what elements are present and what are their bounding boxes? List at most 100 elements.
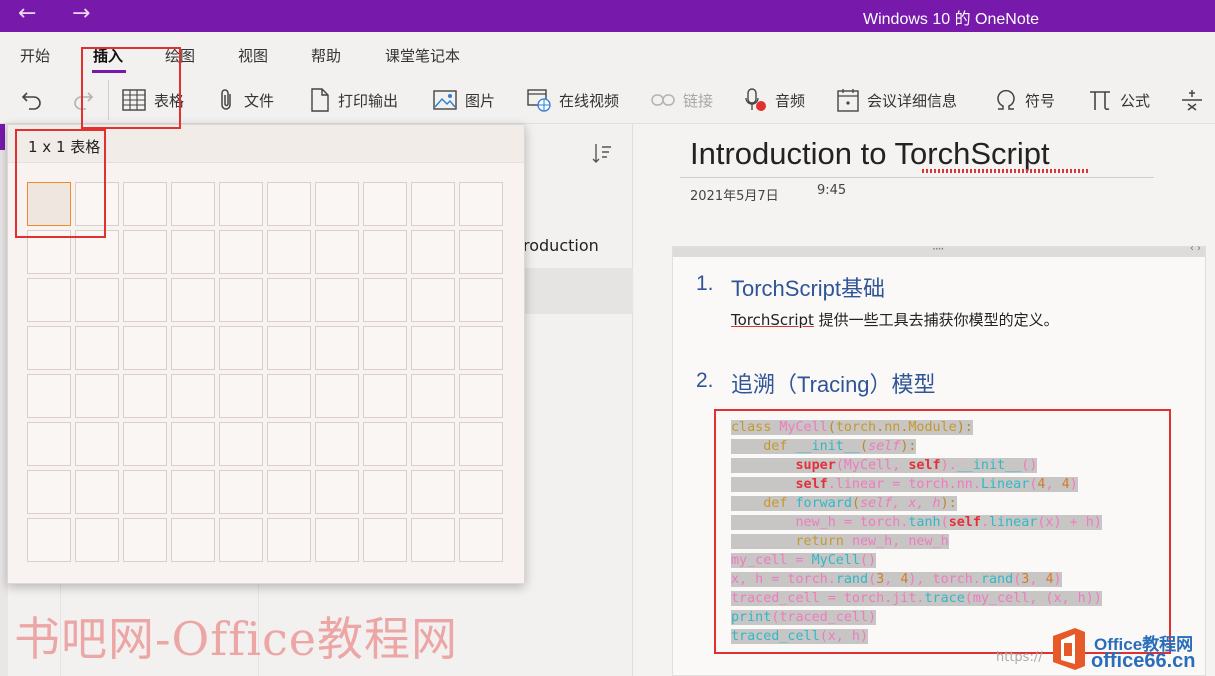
table-grid-cell[interactable] [171, 182, 215, 226]
table-grid-cell[interactable] [75, 230, 119, 274]
table-grid-cell[interactable] [219, 326, 263, 370]
table-grid-cell[interactable] [267, 422, 311, 466]
tab-insert[interactable]: 插入 [93, 45, 123, 66]
table-grid-cell[interactable] [459, 470, 503, 514]
table-grid-cell[interactable] [315, 518, 359, 562]
table-grid-cell[interactable] [459, 518, 503, 562]
table-grid-cell[interactable] [411, 278, 455, 322]
table-grid-cell[interactable] [219, 470, 263, 514]
resize-arrows-icon[interactable]: ‹ › [1190, 243, 1201, 254]
table-grid-cell[interactable] [459, 374, 503, 418]
insert-link-button[interactable]: 链接 [651, 88, 713, 112]
table-grid-cell[interactable] [123, 230, 167, 274]
table-grid-cell[interactable] [171, 518, 215, 562]
table-grid-cell[interactable] [171, 230, 215, 274]
table-grid-cell[interactable] [315, 422, 359, 466]
table-grid-cell[interactable] [363, 182, 407, 226]
table-grid-cell[interactable] [411, 182, 455, 226]
table-grid-cell[interactable] [411, 230, 455, 274]
insert-picture-button[interactable]: 图片 [433, 88, 495, 112]
table-grid-cell[interactable] [123, 326, 167, 370]
table-grid-cell[interactable] [219, 422, 263, 466]
table-grid-cell[interactable] [27, 422, 71, 466]
tab-help[interactable]: 帮助 [311, 45, 341, 66]
table-grid-cell[interactable] [411, 326, 455, 370]
redo-button[interactable] [71, 88, 103, 112]
tab-home[interactable]: 开始 [20, 45, 50, 66]
table-grid-cell[interactable] [315, 230, 359, 274]
meeting-details-button[interactable]: 会议详细信息 [837, 88, 957, 112]
table-grid-cell[interactable] [459, 230, 503, 274]
table-grid-cell[interactable] [27, 518, 71, 562]
page-item-introduction[interactable]: roduction [523, 236, 599, 255]
table-grid-cell[interactable] [171, 422, 215, 466]
tab-draw[interactable]: 绘图 [165, 45, 195, 66]
tab-view[interactable]: 视图 [238, 45, 268, 66]
table-grid-cell[interactable] [411, 374, 455, 418]
table-grid-cell[interactable] [267, 278, 311, 322]
table-grid-cell[interactable] [171, 374, 215, 418]
back-arrow-icon[interactable]: ← [18, 2, 36, 26]
table-grid-cell[interactable] [75, 182, 119, 226]
table-grid-cell[interactable] [75, 374, 119, 418]
table-grid-cell[interactable] [219, 518, 263, 562]
container-drag-handle[interactable]: ···· ‹ › [673, 242, 1205, 257]
table-grid-cell[interactable] [267, 470, 311, 514]
table-grid-cell[interactable] [123, 470, 167, 514]
table-grid-cell[interactable] [27, 470, 71, 514]
table-grid-cell[interactable] [267, 326, 311, 370]
insert-table-button[interactable]: 表格 [122, 88, 184, 112]
table-grid-cell[interactable] [363, 278, 407, 322]
table-grid-cell[interactable] [219, 278, 263, 322]
code-block[interactable]: class MyCell(torch.nn.Module): def __ini… [731, 418, 1102, 646]
table-grid-cell[interactable] [75, 326, 119, 370]
table-grid-cell[interactable] [75, 278, 119, 322]
sort-icon[interactable] [591, 142, 613, 164]
insert-printout-button[interactable]: 打印输出 [310, 88, 398, 112]
page-title[interactable]: Introduction to TorchScript [690, 136, 1050, 172]
table-grid-cell[interactable] [123, 518, 167, 562]
table-grid-cell[interactable] [75, 422, 119, 466]
table-grid-cell[interactable] [27, 374, 71, 418]
table-grid-cell[interactable] [363, 518, 407, 562]
table-grid-cell[interactable] [27, 326, 71, 370]
table-grid-cell[interactable] [363, 470, 407, 514]
table-grid-cell[interactable] [315, 326, 359, 370]
table-grid-cell[interactable] [315, 374, 359, 418]
table-grid-cell[interactable] [219, 374, 263, 418]
forward-arrow-icon[interactable]: → [72, 2, 90, 26]
table-grid-cell[interactable] [171, 470, 215, 514]
table-grid-cell[interactable] [123, 278, 167, 322]
table-grid-cell[interactable] [315, 182, 359, 226]
table-grid-cell[interactable] [459, 182, 503, 226]
table-grid-cell[interactable] [267, 518, 311, 562]
table-grid-cell[interactable] [123, 182, 167, 226]
table-grid-cell[interactable] [27, 278, 71, 322]
table-grid-cell[interactable] [459, 278, 503, 322]
table-grid-cell[interactable] [459, 422, 503, 466]
undo-button[interactable] [20, 88, 52, 112]
table-grid-cell[interactable] [411, 470, 455, 514]
insert-equation-button[interactable]: 公式 [1088, 88, 1150, 112]
table-grid-cell[interactable] [123, 374, 167, 418]
table-grid-cell[interactable] [363, 230, 407, 274]
more-math-button[interactable] [1180, 88, 1212, 112]
table-grid-cell[interactable] [363, 374, 407, 418]
insert-symbol-button[interactable]: 符号 [995, 88, 1055, 112]
table-grid-cell[interactable] [75, 470, 119, 514]
table-grid-cell[interactable] [411, 422, 455, 466]
heading2[interactable]: 追溯（Tracing）模型 [731, 367, 936, 399]
table-grid-cell[interactable] [267, 374, 311, 418]
insert-online-video-button[interactable]: 在线视频 [527, 88, 619, 112]
table-grid-cell[interactable] [171, 326, 215, 370]
table-grid-cell[interactable] [123, 422, 167, 466]
table-grid-cell[interactable] [315, 278, 359, 322]
table-grid-cell[interactable] [267, 182, 311, 226]
table-grid-cell[interactable] [411, 518, 455, 562]
table-grid-cell[interactable] [75, 518, 119, 562]
table-grid-cell[interactable] [267, 230, 311, 274]
insert-audio-button[interactable]: 音频 [745, 88, 805, 112]
insert-file-button[interactable]: 文件 [218, 88, 274, 112]
table-grid-cell[interactable] [363, 326, 407, 370]
table-grid-cell[interactable] [459, 326, 503, 370]
